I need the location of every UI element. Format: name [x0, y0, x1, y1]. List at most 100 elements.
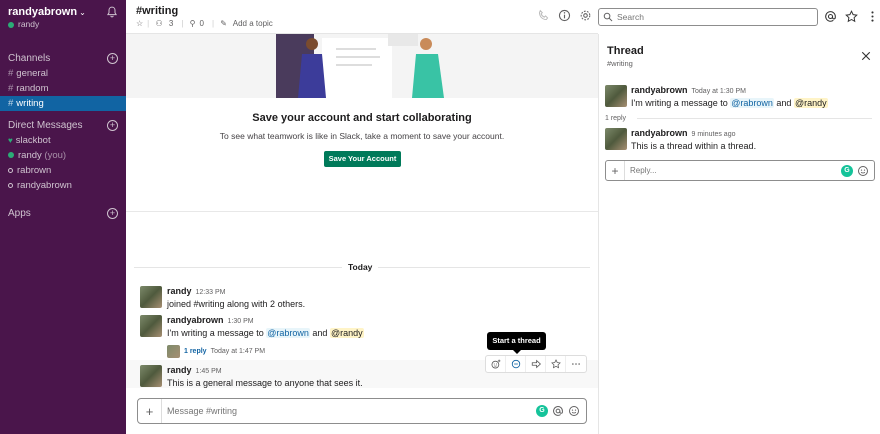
message-author[interactable]: randy	[167, 365, 192, 375]
save-account-button[interactable]: Save Your Account	[324, 151, 401, 167]
presence-dot	[8, 21, 14, 28]
thread-channel[interactable]: #writing	[607, 59, 872, 68]
message-time[interactable]: 12:33 PM	[196, 289, 226, 296]
add-channel-icon[interactable]: +	[107, 53, 118, 64]
reply-input[interactable]	[625, 166, 841, 175]
add-dm-icon[interactable]: +	[107, 120, 118, 131]
message-author[interactable]: randy	[167, 286, 192, 296]
more-actions-button[interactable]	[566, 356, 586, 372]
star-icon[interactable]	[845, 10, 858, 23]
message-input[interactable]	[162, 406, 536, 416]
mention-randy[interactable]: @randy	[329, 328, 364, 338]
share-button[interactable]	[526, 356, 546, 372]
thread-panel: Thread #writing randyabrown Today at 1:30…	[598, 34, 880, 434]
sidebar-item-randyabrown[interactable]: randyabrown	[0, 178, 126, 193]
banner-title: Save your account and start collaboratin…	[252, 112, 472, 124]
top-right-icons	[824, 10, 879, 23]
workspace-header[interactable]: randyabrown ⌄ randy	[0, 0, 126, 34]
star-icon[interactable]: ☆	[136, 19, 143, 28]
at-mention-icon[interactable]	[552, 405, 564, 417]
sidebar-item-label: general	[16, 68, 48, 79]
add-attachment-button[interactable]: +	[606, 161, 625, 180]
message-text-part: I'm writing a message to	[167, 328, 267, 338]
chevron-down-icon: ⌄	[79, 8, 86, 17]
message-text: I'm writing a message to @rabrown and @r…	[631, 98, 875, 108]
reply-count-link[interactable]: 1 reply	[184, 348, 207, 355]
presence-dot-away	[8, 167, 13, 173]
start-thread-button[interactable]	[506, 356, 526, 372]
thread-title: Thread	[607, 45, 644, 57]
avatar[interactable]	[605, 85, 627, 107]
sidebar-item-slackbot[interactable]: ♥ slackbot	[0, 133, 126, 148]
message[interactable]: randy 12:33 PM joined #writing along with…	[140, 286, 590, 309]
mention-rabrown[interactable]: @rabrown	[266, 328, 310, 338]
channel-meta: ☆ | ⚇ 3 | ⚲ 0 | ✎ Add a topic	[136, 19, 588, 28]
add-attachment-button[interactable]: +	[138, 399, 162, 423]
sidebar-item-label: rabrown	[17, 165, 52, 176]
message-author[interactable]: randyabrown	[167, 315, 224, 325]
channels-title: Channels	[8, 53, 51, 64]
add-app-icon[interactable]: +	[107, 208, 118, 219]
message-text: joined #writing along with 2 others.	[167, 299, 306, 309]
add-reaction-button[interactable]	[486, 356, 506, 372]
thread-reply-message[interactable]: randyabrown 9 minutes ago This is a threa…	[605, 128, 875, 151]
phone-icon[interactable]	[537, 9, 550, 22]
save-star-button[interactable]	[546, 356, 566, 372]
sidebar-item-rabrown[interactable]: rabrown	[0, 163, 126, 178]
channel-header: #writing ☆ | ⚇ 3 | ⚲ 0 | ✎ Add a topic	[126, 0, 598, 34]
avatar[interactable]	[140, 365, 162, 387]
avatar[interactable]	[140, 315, 162, 337]
presence-dot-away	[8, 182, 13, 188]
mentions-icon[interactable]	[824, 10, 837, 23]
search-box[interactable]	[598, 8, 818, 26]
message-time[interactable]: 9 minutes ago	[692, 131, 736, 138]
mention-randy[interactable]: @randy	[793, 98, 828, 108]
gear-icon[interactable]	[579, 9, 592, 22]
apps-title: Apps	[8, 208, 31, 219]
info-icon[interactable]	[558, 9, 571, 22]
message-time[interactable]: 1:30 PM	[228, 318, 254, 325]
emoji-icon[interactable]	[857, 165, 869, 177]
sidebar-item-label: writing	[16, 98, 44, 109]
dm-title: Direct Messages	[8, 120, 83, 131]
thread-reply-count: 1 reply	[605, 115, 627, 122]
workspace-user: randy	[18, 19, 40, 29]
message-time[interactable]: Today at 1:30 PM	[692, 88, 746, 95]
save-account-banner: Save your account and start collaboratin…	[126, 34, 598, 212]
emoji-icon[interactable]	[568, 405, 580, 417]
message-author[interactable]: randyabrown	[631, 85, 688, 95]
dm-header[interactable]: Direct Messages +	[0, 119, 126, 133]
members-count[interactable]: ⚇ 3	[155, 19, 177, 28]
message-text-part: and	[773, 98, 794, 108]
message-time[interactable]: 1:45 PM	[196, 368, 222, 375]
add-topic-link[interactable]: ✎ Add a topic	[220, 19, 277, 28]
sidebar-item-randy[interactable]: randy (you)	[0, 148, 126, 163]
search-input[interactable]	[617, 12, 807, 22]
banner-text: To see what teamwork is like in Slack, t…	[219, 131, 505, 141]
apps-header[interactable]: Apps +	[0, 207, 126, 221]
illustration	[126, 34, 598, 98]
thread-parent-message[interactable]: randyabrown Today at 1:30 PM I'm writing …	[605, 85, 875, 108]
presence-dot	[8, 152, 14, 159]
pencil-icon: ✎	[220, 19, 227, 28]
sidebar-item-writing[interactable]: # writing	[0, 96, 126, 111]
sidebar-item-general[interactable]: # general	[0, 66, 126, 81]
sidebar-item-random[interactable]: # random	[0, 81, 126, 96]
avatar[interactable]	[605, 128, 627, 150]
mention-rabrown[interactable]: @rabrown	[730, 98, 774, 108]
channel-title[interactable]: #writing	[136, 5, 588, 17]
thread-replies[interactable]: 1 reply Today at 1:47 PM	[167, 345, 265, 358]
channels-header[interactable]: Channels +	[0, 52, 126, 66]
more-horizontal-icon	[572, 363, 580, 365]
avatar[interactable]	[140, 286, 162, 308]
close-icon[interactable]	[860, 50, 872, 62]
grammarly-icon[interactable]: G	[536, 405, 548, 417]
more-vertical-icon[interactable]	[866, 10, 879, 23]
members-value: 3	[168, 19, 174, 28]
reply-avatar	[167, 345, 180, 358]
message-author[interactable]: randyabrown	[631, 128, 688, 138]
bell-icon[interactable]	[106, 6, 118, 18]
pins-count[interactable]: ⚲ 0	[190, 19, 208, 28]
thread-reply-composer: + G	[605, 160, 875, 181]
grammarly-icon[interactable]: G	[841, 164, 853, 177]
